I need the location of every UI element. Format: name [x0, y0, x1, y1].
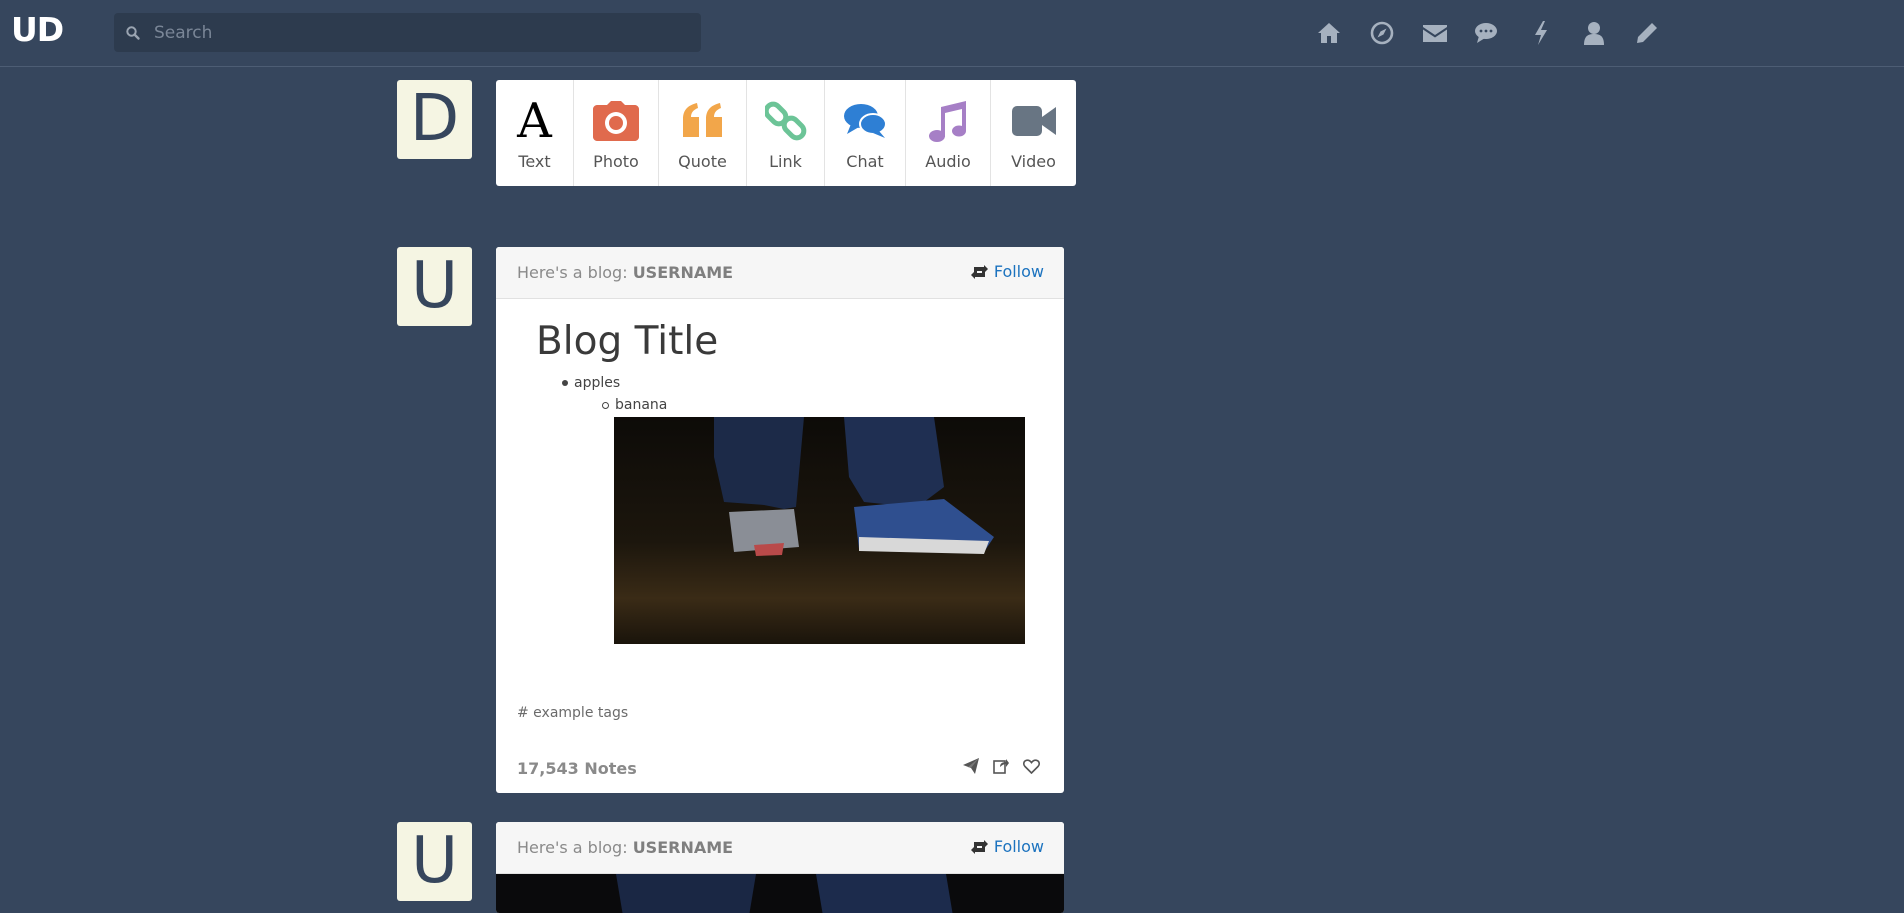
follow-button[interactable]: Follow: [970, 837, 1044, 856]
user-icon[interactable]: [1579, 18, 1609, 48]
post-type-chat[interactable]: Chat: [825, 80, 906, 186]
list-item-text: apples: [574, 375, 621, 391]
post-type-label: Chat: [846, 152, 884, 171]
reblog-icon: [970, 264, 988, 279]
current-user-avatar[interactable]: D: [397, 80, 472, 159]
blog-label: Here's a blog: USERNAME: [517, 263, 733, 282]
notes-count[interactable]: 17,543 Notes: [517, 759, 637, 778]
blog-prefix: Here's a blog:: [517, 263, 628, 282]
blog-post: Here's a blog: USERNAME Follow Blog Titl…: [496, 247, 1064, 793]
post-type-text[interactable]: A Text: [496, 80, 574, 186]
compass-icon[interactable]: [1367, 18, 1397, 48]
post-type-label: Link: [769, 152, 802, 171]
post-body: Blog Title apples banana # example tags …: [496, 299, 1064, 793]
blog-post: Here's a blog: USERNAME Follow: [496, 822, 1064, 913]
reblog-icon[interactable]: [993, 758, 1009, 774]
chat-bubbles-icon[interactable]: [1473, 18, 1503, 48]
quote-icon: [681, 96, 725, 146]
pencil-icon[interactable]: [1632, 18, 1662, 48]
post-type-label: Audio: [925, 152, 971, 171]
post-title: Blog Title: [536, 319, 719, 364]
search-icon: [126, 26, 140, 40]
link-icon: [764, 96, 807, 146]
post-photo[interactable]: [614, 417, 1025, 644]
post-type-label: Video: [1011, 152, 1056, 171]
video-icon: [1011, 96, 1056, 146]
post-type-photo[interactable]: Photo: [574, 80, 659, 186]
follow-label: Follow: [993, 837, 1044, 856]
post-type-label: Text: [518, 152, 551, 171]
list-item: apples: [562, 375, 620, 391]
chat-icon: [843, 96, 887, 146]
send-icon[interactable]: [963, 758, 979, 774]
search-input[interactable]: [154, 13, 684, 52]
music-icon: [928, 96, 968, 146]
home-icon[interactable]: [1314, 18, 1344, 48]
post-header: Here's a blog: USERNAME Follow: [496, 822, 1064, 874]
post-type-label: Quote: [678, 152, 727, 171]
post-header: Here's a blog: USERNAME Follow: [496, 247, 1064, 299]
blog-username[interactable]: USERNAME: [633, 838, 733, 857]
post-type-link[interactable]: Link: [747, 80, 825, 186]
post-tags[interactable]: # example tags: [517, 705, 628, 721]
post-actions: [949, 758, 1040, 774]
post-type-video[interactable]: Video: [991, 80, 1076, 186]
follow-button[interactable]: Follow: [970, 262, 1044, 281]
heart-icon[interactable]: [1023, 758, 1040, 774]
post-composer: A Text Photo Quote Link Chat Audio Video: [496, 80, 1076, 186]
camera-icon: [593, 96, 639, 146]
nav-icons: [1314, 16, 1685, 50]
post-author-avatar[interactable]: U: [397, 247, 472, 326]
list-item-text: banana: [615, 397, 668, 413]
post-type-label: Photo: [593, 152, 639, 171]
reblog-icon: [970, 839, 988, 854]
bullet-icon: [562, 380, 568, 386]
bolt-icon[interactable]: [1526, 18, 1556, 48]
envelope-icon[interactable]: [1420, 18, 1450, 48]
search-box[interactable]: [114, 13, 701, 52]
post-type-quote[interactable]: Quote: [659, 80, 747, 186]
blog-username[interactable]: USERNAME: [633, 263, 733, 282]
follow-label: Follow: [993, 262, 1044, 281]
top-bar: UD: [0, 0, 1904, 67]
list-item: banana: [602, 397, 667, 413]
text-icon: A: [517, 93, 552, 149]
blog-prefix: Here's a blog:: [517, 838, 628, 857]
post-type-audio[interactable]: Audio: [906, 80, 991, 186]
post-author-avatar[interactable]: U: [397, 822, 472, 901]
circle-bullet-icon: [602, 401, 609, 409]
logo[interactable]: UD: [11, 10, 64, 50]
post-photo[interactable]: [496, 874, 1064, 913]
blog-label: Here's a blog: USERNAME: [517, 838, 733, 857]
